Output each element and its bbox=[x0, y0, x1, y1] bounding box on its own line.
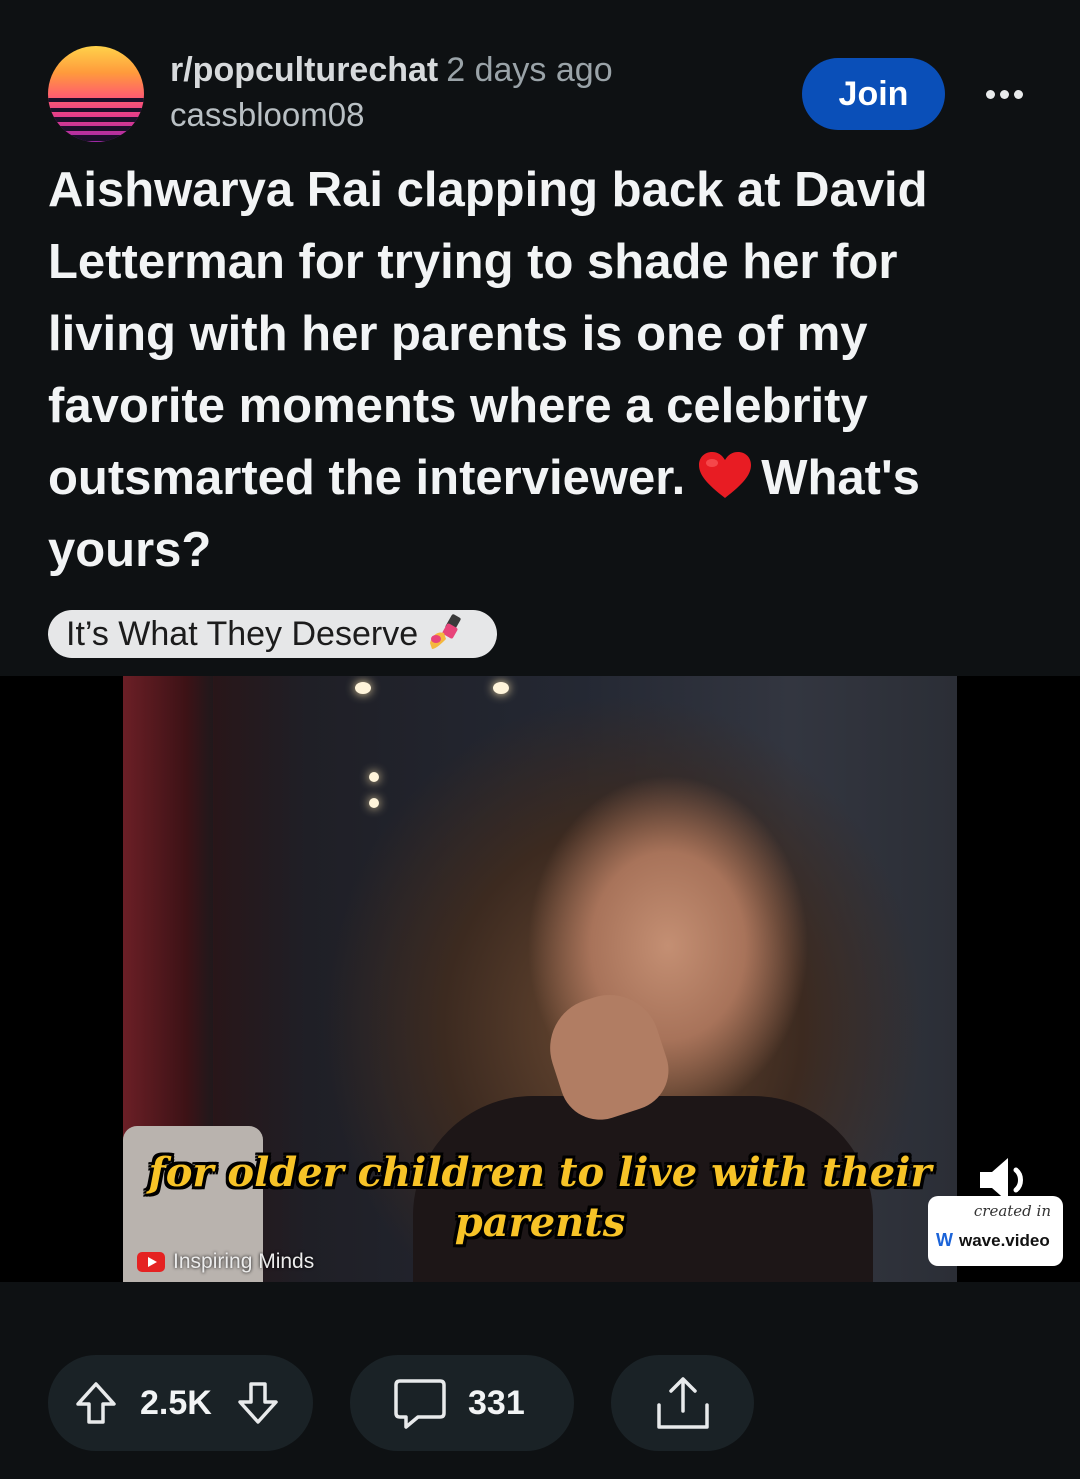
author-name[interactable]: cassbloom08 bbox=[170, 92, 613, 138]
downvote-icon[interactable] bbox=[234, 1379, 282, 1427]
wave-video-badge: created in W wave.video bbox=[928, 1196, 1063, 1266]
upvote-icon[interactable] bbox=[72, 1379, 120, 1427]
badge-brand-text: wave.video bbox=[959, 1230, 1050, 1250]
vote-count: 2.5K bbox=[140, 1383, 212, 1422]
badge-created-text: created in bbox=[973, 1202, 1051, 1220]
post-time: 2 days ago bbox=[446, 51, 613, 89]
watermark-text: Inspiring Minds bbox=[173, 1250, 315, 1273]
subreddit-avatar[interactable] bbox=[48, 46, 144, 142]
post-meta: r/popculturechat 2 days ago cassbloom08 bbox=[170, 48, 613, 138]
share-button[interactable] bbox=[611, 1355, 754, 1451]
join-button[interactable]: Join bbox=[802, 58, 945, 130]
comments-button[interactable]: 331 bbox=[350, 1355, 574, 1451]
post-header: r/popculturechat 2 days ago cassbloom08 J… bbox=[48, 44, 1032, 144]
flair-text: It’s What They Deserve bbox=[66, 615, 419, 653]
more-options-icon[interactable] bbox=[976, 70, 1032, 118]
caption-line: parents bbox=[454, 1199, 626, 1246]
post-title[interactable]: Aishwarya Rai clapping back at David Let… bbox=[48, 154, 1038, 586]
heart-emoji bbox=[699, 452, 752, 498]
wave-logo-icon: W bbox=[936, 1230, 953, 1250]
vote-control: 2.5K bbox=[48, 1355, 313, 1451]
video-caption: for older children to live with their pa… bbox=[123, 1148, 957, 1248]
video-frame[interactable]: for older children to live with their pa… bbox=[123, 676, 957, 1282]
comment-icon bbox=[394, 1379, 446, 1429]
youtube-icon bbox=[137, 1252, 165, 1272]
video-player[interactable]: for older children to live with their pa… bbox=[0, 676, 1080, 1282]
post-flair[interactable]: It’s What They Deserve bbox=[48, 610, 497, 658]
share-icon bbox=[656, 1377, 709, 1429]
comment-count: 331 bbox=[468, 1383, 525, 1422]
subreddit-name[interactable]: r/popculturechat bbox=[170, 51, 438, 89]
nail-polish-emoji bbox=[430, 614, 461, 649]
caption-line: for older children to live with their bbox=[148, 1149, 932, 1196]
post-actions: 2.5K 331 bbox=[48, 1355, 1032, 1451]
channel-watermark: Inspiring Minds bbox=[137, 1250, 314, 1274]
